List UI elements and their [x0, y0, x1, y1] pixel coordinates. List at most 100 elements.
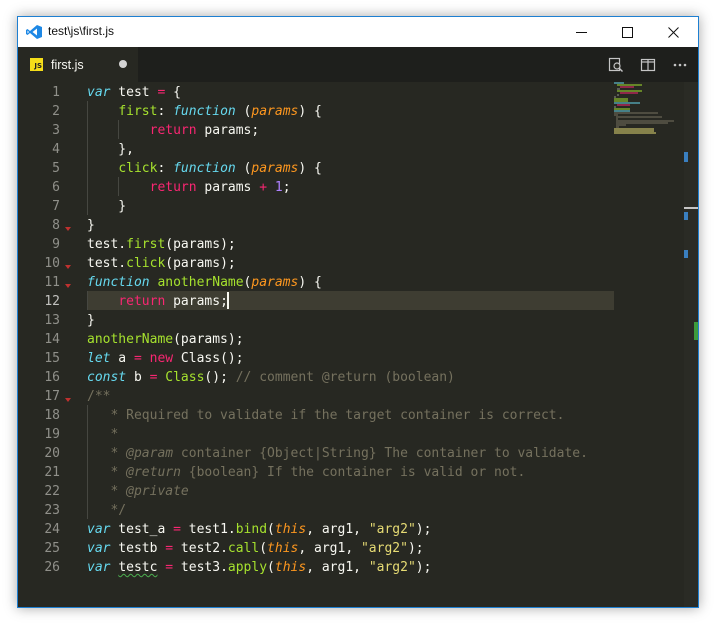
tab-bar: JS first.js	[18, 47, 698, 82]
code-line[interactable]: var testc = test3.apply(this, arg1, "arg…	[87, 558, 431, 577]
code-line[interactable]: * @private	[87, 482, 188, 501]
code-line[interactable]: }	[87, 311, 95, 330]
line-number: 20	[44, 446, 60, 461]
code-token: this	[274, 560, 307, 575]
code-area[interactable]: var test = { first: function (params) { …	[87, 82, 614, 607]
code-token: test1.	[180, 522, 236, 537]
fold-marker-icon[interactable]	[65, 265, 71, 269]
code-line[interactable]: return params + 1;	[87, 178, 291, 197]
code-token: a	[110, 351, 134, 366]
code-line[interactable]: const b = Class(); // comment @return (b…	[87, 368, 455, 387]
code-token: , arg1,	[306, 522, 369, 537]
code-line[interactable]: return params;	[87, 292, 228, 311]
fold-marker-icon[interactable]	[65, 284, 71, 288]
line-number: 24	[44, 522, 60, 537]
code-token: // comment @return (boolean)	[235, 370, 455, 385]
code-token: new	[149, 351, 174, 366]
code-line[interactable]: * Required to validate if the target con…	[87, 406, 564, 425]
code-token: function	[87, 275, 150, 290]
line-number: 3	[52, 123, 60, 138]
code-token: );	[415, 560, 432, 575]
javascript-file-icon: JS	[30, 58, 43, 71]
code-token: let	[87, 351, 111, 366]
line-number: 4	[52, 142, 60, 157]
fold-marker-icon[interactable]	[65, 398, 71, 402]
code-line[interactable]: var testb = test2.call(this, arg1, "arg2…	[87, 539, 424, 558]
code-token: test	[110, 85, 158, 100]
code-token: return	[118, 294, 166, 309]
code-line[interactable]: var test = {	[87, 83, 181, 102]
code-token: click	[126, 256, 166, 271]
unsaved-dot-icon[interactable]	[119, 60, 127, 68]
open-changes-button[interactable]	[604, 47, 628, 82]
more-actions-button[interactable]	[668, 47, 692, 82]
tab-first-js[interactable]: JS first.js	[18, 47, 138, 82]
code-token: Class();	[173, 351, 244, 366]
code-token: +	[259, 180, 268, 195]
line-number: 18	[44, 408, 60, 423]
code-line[interactable]: var test_a = test1.bind(this, arg1, "arg…	[87, 520, 431, 539]
code-line[interactable]: * @param container {Object|String} The c…	[87, 444, 587, 463]
code-line[interactable]: first: function (params) {	[87, 102, 322, 121]
code-token: {boolean} If the container is valid or n…	[180, 465, 526, 480]
code-token: =	[133, 351, 142, 366]
code-token: (	[267, 560, 275, 575]
code-line[interactable]: }	[87, 216, 95, 235]
code-line[interactable]: *	[87, 425, 118, 444]
code-token: var	[87, 522, 111, 537]
code-token: );	[415, 522, 432, 537]
code-token: this	[267, 541, 299, 556]
code-line[interactable]: },	[87, 140, 134, 159]
code-token: params;	[196, 123, 260, 138]
code-token: const	[87, 370, 127, 385]
fold-marker-icon[interactable]	[65, 227, 71, 231]
code-line[interactable]: function anotherName(params) {	[87, 273, 322, 292]
code-token: click	[118, 161, 158, 176]
code-token: b	[126, 370, 150, 385]
code-token: call	[227, 541, 260, 556]
code-token: );	[407, 541, 424, 556]
line-number: 23	[44, 503, 60, 518]
code-token: test_a	[110, 522, 174, 537]
code-line[interactable]: */	[87, 501, 126, 520]
minimize-icon	[575, 31, 587, 33]
code-token: ();	[204, 370, 236, 385]
code-editor[interactable]: 1 2 3 4 5 6 7 8 9 10 11 12 13 14 15 16 17 18 19 20 21 22 23 24 2…	[18, 82, 698, 607]
code-token: test.	[87, 237, 127, 252]
vertical-scrollbar[interactable]	[684, 82, 698, 607]
code-token: (	[259, 541, 268, 556]
code-line[interactable]: test.first(params);	[87, 235, 236, 254]
code-token: }	[87, 313, 95, 328]
code-token: *	[87, 484, 127, 499]
more-actions-icon	[673, 63, 687, 66]
line-number: 25	[44, 541, 60, 556]
code-line[interactable]: anotherName(params);	[87, 330, 244, 349]
title-bar: test\js\first.js	[18, 17, 698, 47]
line-number: 1	[52, 85, 60, 100]
code-line[interactable]: /**	[87, 387, 110, 406]
line-number: 6	[52, 180, 60, 195]
minimap[interactable]	[614, 82, 684, 162]
line-number-gutter: 1 2 3 4 5 6 7 8 9 10 11 12 13 14 15 16 17 18 19 20 21 22 23 24 2…	[18, 82, 84, 607]
code-line[interactable]: return params;	[87, 121, 260, 140]
code-token: first	[118, 104, 158, 119]
minimize-button[interactable]	[558, 17, 604, 47]
window-title: test\js\first.js	[48, 24, 115, 38]
code-token: (	[235, 161, 252, 176]
scroll-marker	[684, 250, 688, 258]
code-line[interactable]: click: function (params) {	[87, 159, 322, 178]
close-button[interactable]	[650, 17, 696, 47]
maximize-button[interactable]	[604, 17, 650, 47]
code-line[interactable]: test.click(params);	[87, 254, 236, 273]
code-token: var	[87, 560, 111, 575]
line-number: 2	[52, 104, 60, 119]
code-line[interactable]: let a = new Class();	[87, 349, 244, 368]
line-number: 9	[52, 237, 60, 252]
vscode-logo-icon	[26, 25, 42, 39]
line-number: 7	[52, 199, 60, 214]
code-line[interactable]: * @return {boolean} If the container is …	[87, 463, 525, 482]
code-line[interactable]: }	[87, 197, 126, 216]
split-editor-button[interactable]	[636, 47, 660, 82]
